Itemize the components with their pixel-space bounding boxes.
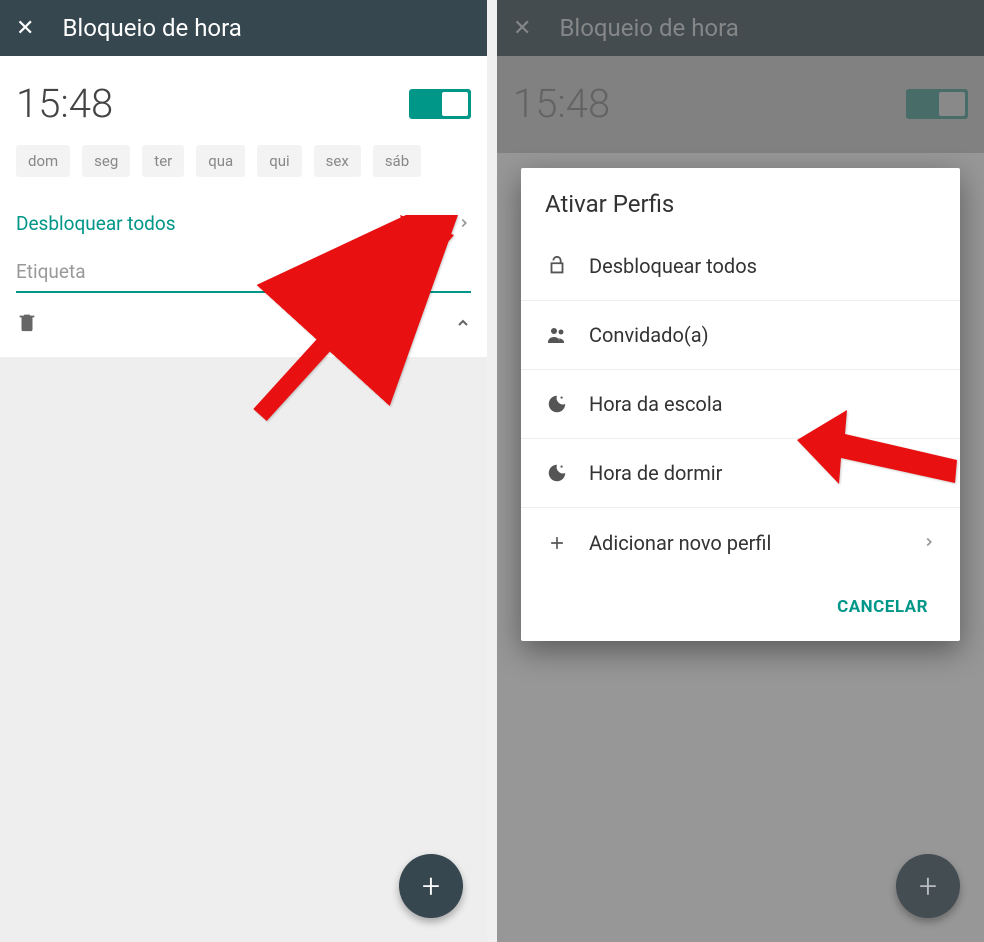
day-dom[interactable]: dom (16, 145, 70, 177)
fab-add: + (896, 854, 960, 918)
content-panel: 15:48 dom seg ter qua qui sex sáb Desblo… (0, 56, 487, 357)
toggle-knob (442, 92, 468, 116)
chevron-up-icon[interactable] (455, 312, 471, 336)
etiqueta-input[interactable] (16, 260, 471, 283)
dialog-item-school-time[interactable]: Hora da escola (521, 370, 960, 439)
appbar-title: Bloqueio de hora (62, 14, 241, 42)
day-sex[interactable]: sex (314, 145, 361, 177)
fab-add[interactable]: + (399, 854, 463, 918)
profile-label: Desbloquear todos (16, 212, 176, 235)
day-qui[interactable]: qui (257, 145, 301, 177)
plus-icon (545, 531, 569, 555)
moon-icon (545, 461, 569, 485)
activate-profiles-dialog: Ativar Perfis Desbloquear todos Convidad… (521, 168, 960, 641)
actions-row (16, 293, 471, 349)
dialog-item-label: Convidado(a) (589, 323, 936, 347)
dialog-item-label: Hora da escola (589, 392, 936, 416)
time-row: 15:48 (16, 66, 471, 145)
chevron-right-icon (457, 211, 471, 236)
time-display[interactable]: 15:48 (16, 80, 113, 127)
dialog-item-label: Adicionar novo perfil (589, 531, 902, 555)
unlock-icon (545, 254, 569, 278)
trash-icon[interactable] (16, 311, 38, 337)
plus-icon: + (422, 867, 440, 905)
moon-icon (545, 392, 569, 416)
dialog-item-unlock-all[interactable]: Desbloquear todos (521, 232, 960, 301)
dialog-item-guest[interactable]: Convidado(a) (521, 301, 960, 370)
profile-selector[interactable]: Desbloquear todos (16, 197, 471, 250)
etiqueta-field (16, 250, 471, 293)
day-seg[interactable]: seg (82, 145, 130, 177)
chevron-right-icon (922, 530, 936, 555)
dialog-actions: CANCELAR (521, 577, 960, 641)
day-ter[interactable]: ter (142, 145, 184, 177)
cancel-button[interactable]: CANCELAR (825, 589, 940, 625)
people-icon (545, 323, 569, 347)
screen-left: ✕ Bloqueio de hora 15:48 dom seg ter qua… (0, 0, 487, 942)
plus-icon: + (919, 867, 937, 905)
day-sab[interactable]: sáb (373, 145, 421, 177)
screen-right: ✕ Bloqueio de hora 15:48 Ativar Perfis D… (497, 0, 984, 942)
enable-toggle[interactable] (409, 89, 471, 119)
day-qua[interactable]: qua (196, 145, 245, 177)
dialog-title: Ativar Perfis (521, 168, 960, 232)
dialog-item-label: Hora de dormir (589, 461, 936, 485)
dialog-item-sleep-time[interactable]: Hora de dormir (521, 439, 960, 508)
dialog-item-add-profile[interactable]: Adicionar novo perfil (521, 508, 960, 577)
days-selector: dom seg ter qua qui sex sáb (16, 145, 471, 197)
dialog-item-label: Desbloquear todos (589, 254, 936, 278)
appbar: ✕ Bloqueio de hora (0, 0, 487, 56)
close-icon[interactable]: ✕ (16, 16, 34, 41)
